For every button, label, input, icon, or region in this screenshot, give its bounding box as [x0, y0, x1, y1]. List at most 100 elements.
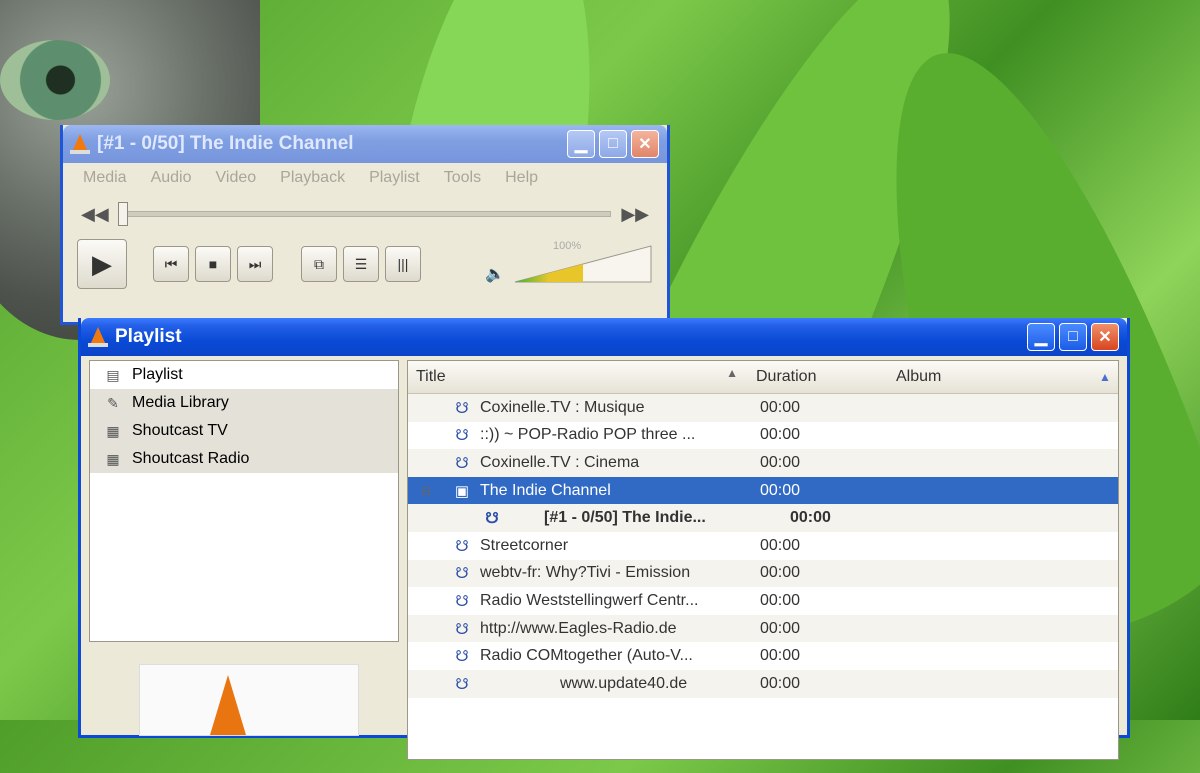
sidebar-item-label: Media Library	[132, 394, 229, 411]
volume-slider[interactable]: 100%	[513, 240, 653, 284]
scroll-up-button[interactable]: ▲	[1092, 361, 1118, 393]
maximize-button[interactable]: □	[599, 130, 627, 158]
table-row[interactable]: ☋ http://www.Eagles-Radio.de 00:00	[408, 614, 1118, 643]
fullscreen-icon: ⧉	[314, 255, 324, 272]
close-button[interactable]: ✕	[631, 130, 659, 158]
row-duration: 00:00	[760, 536, 801, 554]
row-title: Coxinelle.TV : Cinema	[480, 453, 640, 471]
table-row[interactable]: ☋::)) ~ POP-Radio POP three ... 00:00	[408, 422, 1118, 450]
column-album-label: Album	[896, 368, 942, 385]
vlc-cone-icon	[88, 326, 108, 348]
menu-tools[interactable]: Tools	[432, 169, 493, 187]
previous-button[interactable]: ⏮	[153, 246, 189, 282]
menu-bar: Media Audio Video Playback Playlist Tool…	[63, 163, 667, 193]
folder-icon: ▣	[454, 482, 470, 500]
sidebar-item-shoutcast-radio[interactable]: ▦ Shoutcast Radio	[90, 445, 398, 473]
playlist-window: Playlist ▁ □ ✕ ▤ Playlist ✎ Media Librar…	[78, 318, 1130, 760]
vlc-window-title: [#1 - 0/50] The Indie Channel	[97, 133, 354, 154]
playlist-sidebar: ▤ Playlist ✎ Media Library ▦ Shoutcast T…	[89, 360, 399, 642]
close-button[interactable]: ✕	[1091, 323, 1119, 351]
stream-icon: ☋	[455, 620, 469, 638]
menu-media[interactable]: Media	[71, 169, 139, 187]
table-rows: ☋ Coxinelle.TV : Musique 00:00 ☋::)) ~ POP…	[408, 394, 1118, 698]
table-row[interactable]: ☋ Coxinelle.TV : Cinema 00:00	[408, 449, 1118, 477]
row-duration: 00:00	[760, 591, 801, 609]
equalizer-icon: |||	[397, 256, 409, 272]
seek-bar[interactable]	[117, 202, 612, 226]
vlc-main-window: [#1 - 0/50] The Indie Channel ▁ □ ✕ Medi…	[60, 125, 670, 325]
column-header-duration[interactable]: Duration	[748, 368, 888, 386]
menu-playback[interactable]: Playback	[268, 169, 357, 187]
playlist-window-title: Playlist	[115, 326, 182, 347]
table-row-selected[interactable]: ⊟ ▣ The Indie Channel 00:00	[408, 476, 1118, 505]
menu-audio[interactable]: Audio	[139, 169, 204, 187]
vlc-cone-icon	[70, 133, 90, 155]
row-title: http://www.Eagles-Radio.de	[480, 619, 677, 637]
extended-settings-button[interactable]: |||	[385, 246, 421, 282]
sidebar-item-label: Shoutcast Radio	[132, 450, 250, 467]
row-duration: 00:00	[790, 509, 831, 527]
menu-help[interactable]: Help	[493, 169, 550, 187]
seek-handle[interactable]	[117, 202, 128, 226]
fullscreen-button[interactable]: ⧉	[301, 246, 337, 282]
row-title: ::)) ~ POP-Radio POP three ...	[480, 426, 696, 444]
table-row[interactable]: ☋ Radio Weststellingwerf Centr... 00:00	[408, 587, 1118, 615]
maximize-button[interactable]: □	[1059, 323, 1087, 351]
table-row[interactable]: ☋ Coxinelle.TV : Musique 00:00	[408, 394, 1118, 422]
previous-icon: ⏮	[164, 255, 178, 272]
stream-icon: ☋	[455, 675, 469, 693]
stream-icon: ☋	[455, 565, 469, 583]
next-icon: ⏭	[248, 255, 262, 272]
row-title: Radio Weststellingwerf Centr...	[480, 591, 699, 609]
table-row[interactable]: ☋ Radio COMtogether (Auto-V... 00:00	[408, 642, 1118, 670]
playlist-icon: ☰	[354, 255, 368, 272]
menu-video[interactable]: Video	[204, 169, 269, 187]
row-duration: 00:00	[760, 398, 801, 416]
volume-wedge	[514, 245, 652, 283]
column-header-album[interactable]: Album	[888, 368, 1092, 386]
row-duration: 00:00	[760, 564, 801, 582]
column-duration-label: Duration	[756, 368, 817, 385]
play-button[interactable]: ▶	[77, 239, 127, 289]
table-row[interactable]: ☋ webtv-fr: Why?Tivi - Emission 00:00	[408, 559, 1118, 588]
sort-ascending-icon: ▲	[726, 366, 738, 380]
table-header: Title ▲ Duration Album ▲	[408, 361, 1118, 394]
minimize-button[interactable]: ▁	[1027, 323, 1055, 351]
row-duration: 00:00	[760, 674, 801, 692]
controls-row: ▶ ⏮ ■ ⏭ ⧉ ☰ ||| 🔈 100%	[63, 235, 667, 293]
playlist-titlebar[interactable]: Playlist ▁ □ ✕	[81, 318, 1127, 356]
table-row[interactable]: ☋ Streetcorner 00:00	[408, 532, 1118, 560]
column-header-title[interactable]: Title ▲	[408, 366, 748, 386]
fast-forward-icon[interactable]: ▶▶	[621, 204, 649, 225]
table-row[interactable]: ☋ www.update40.de 00:00	[408, 669, 1118, 698]
row-title: The Indie Channel	[480, 481, 611, 499]
radio-icon: ▦	[106, 450, 120, 467]
stream-icon: ☋	[455, 592, 469, 610]
row-title: Streetcorner	[480, 536, 569, 554]
cat-eye	[0, 40, 110, 120]
minimize-button[interactable]: ▁	[567, 130, 595, 158]
menu-playlist[interactable]: Playlist	[357, 169, 432, 187]
tv-icon: ▦	[106, 422, 120, 439]
stop-icon: ■	[208, 256, 218, 272]
rewind-icon[interactable]: ◀◀	[81, 204, 109, 225]
seek-row: ◀◀ ▶▶	[63, 193, 667, 235]
playlist-table: Title ▲ Duration Album ▲ ☋ Coxinelle.TV :…	[407, 360, 1119, 760]
table-row-playing[interactable]: ☋ [#1 - 0/50] The Indie... 00:00	[408, 504, 1118, 532]
vlc-titlebar[interactable]: [#1 - 0/50] The Indie Channel ▁ □ ✕	[63, 125, 667, 163]
sidebar-item-playlist[interactable]: ▤ Playlist	[90, 361, 398, 389]
speaker-icon[interactable]: 🔈	[485, 264, 505, 284]
stream-icon: ☋	[455, 427, 469, 445]
row-duration: 00:00	[760, 426, 801, 444]
next-button[interactable]: ⏭	[237, 246, 273, 282]
collapse-icon[interactable]: ⊟	[408, 484, 444, 498]
sidebar-item-shoutcast-tv[interactable]: ▦ Shoutcast TV	[90, 417, 398, 445]
stream-icon: ☋	[485, 510, 499, 528]
stop-button[interactable]: ■	[195, 246, 231, 282]
stream-icon: ☋	[455, 537, 469, 555]
playlist-icon: ▤	[106, 366, 120, 383]
stream-icon: ☋	[455, 648, 469, 666]
column-title-label: Title	[416, 368, 446, 385]
sidebar-item-media-library[interactable]: ✎ Media Library	[90, 389, 398, 417]
playlist-toggle-button[interactable]: ☰	[343, 246, 379, 282]
